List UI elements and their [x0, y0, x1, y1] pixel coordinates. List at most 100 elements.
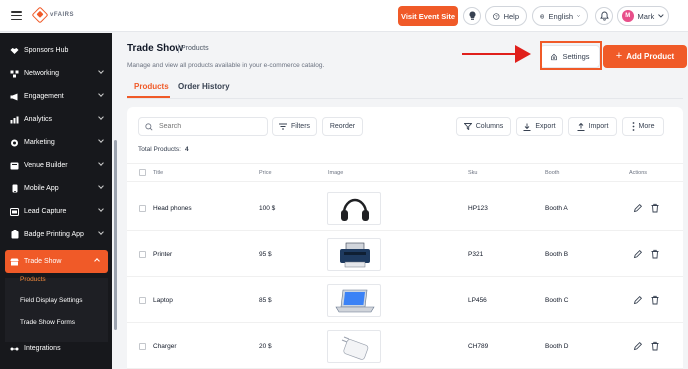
sidebar-item-marketing[interactable]: Marketing [0, 131, 112, 154]
delete-icon[interactable] [650, 249, 660, 259]
annotation-arrow [462, 52, 520, 55]
more-button[interactable]: More [622, 117, 664, 136]
edit-icon[interactable] [633, 341, 643, 351]
add-product-button[interactable]: + Add Product [603, 45, 687, 68]
table-row[interactable]: Laptop 85 $ LP456 Booth C [127, 278, 683, 323]
product-booth: Booth C [545, 297, 569, 304]
tab-products[interactable]: Products [134, 82, 169, 91]
chevron-down-icon [98, 229, 104, 235]
sidebar-item-label: Lead Capture [24, 208, 67, 215]
column-header-title: Title [153, 170, 164, 176]
chevron-down-icon [98, 206, 104, 212]
sidebar-item-label: Venue Builder [24, 162, 68, 169]
sidebar-item-label: Marketing [24, 139, 55, 146]
delete-icon[interactable] [650, 295, 660, 305]
product-title: Printer [153, 251, 173, 258]
export-button[interactable]: Export [516, 117, 563, 136]
sidebar-item-label: Badge Printing App [24, 231, 84, 238]
column-header-actions: Actions [629, 170, 648, 176]
page-description: Manage and view all products available i… [127, 62, 325, 69]
bell-icon[interactable] [595, 7, 613, 25]
trade-show-icon [10, 257, 19, 266]
search-box[interactable] [138, 117, 268, 136]
table-header: Title Price Image Sku Booth Actions [127, 163, 683, 182]
sidebar-item-label: Networking [24, 70, 60, 77]
megaphone-icon [10, 92, 19, 101]
sidebar-item-analytics[interactable]: Analytics [0, 108, 112, 131]
product-price: 95 $ [259, 251, 272, 258]
row-checkbox[interactable] [139, 297, 146, 304]
import-label: Import [588, 123, 609, 130]
breadcrumb: Products [181, 45, 209, 52]
table-row[interactable]: Charger 20 $ CH789 Booth D [127, 324, 683, 369]
chevron-down-icon [98, 160, 104, 166]
delete-icon[interactable] [650, 341, 660, 351]
chevron-down-icon [98, 68, 104, 74]
sidebar-subitem-products[interactable]: Products [20, 276, 46, 283]
filters-label: Filters [290, 123, 311, 130]
sidebar-item-sponsors-hub[interactable]: Sponsors Hub [0, 39, 112, 62]
avatar: M [622, 10, 634, 22]
sidebar-item-label: Engagement [24, 93, 64, 100]
sidebar-item-mobile-app[interactable]: Mobile App [0, 177, 112, 200]
integrations-icon [10, 344, 19, 353]
charger-image [327, 330, 381, 363]
total-count: 4 [185, 146, 189, 153]
product-title: Laptop [153, 297, 173, 304]
sidebar-item-trade-show[interactable]: Trade Show [5, 250, 108, 273]
sidebar-scrollbar[interactable] [114, 140, 117, 330]
logo: vFAIRS [31, 6, 74, 24]
column-header-image: Image [328, 170, 344, 176]
chevron-down-icon [98, 91, 104, 97]
edit-icon[interactable] [633, 295, 643, 305]
logo-mark-icon [31, 6, 49, 24]
lightbulb-icon[interactable] [463, 7, 481, 25]
language-selector[interactable]: English [532, 6, 588, 26]
sidebar-item-badge-printing-app[interactable]: Badge Printing App [0, 223, 112, 246]
edit-icon[interactable] [633, 249, 643, 259]
product-sku: LP456 [468, 297, 487, 304]
menu-icon[interactable] [11, 11, 22, 20]
product-title: Charger [153, 343, 177, 350]
row-checkbox[interactable] [139, 251, 146, 258]
edit-icon[interactable] [633, 203, 643, 213]
printer-image [327, 238, 381, 271]
sidebar-subitem-field-display-settings[interactable]: Field Display Settings [20, 297, 83, 304]
sidebar-item-lead-capture[interactable]: Lead Capture [0, 200, 112, 223]
columns-button[interactable]: Columns [456, 117, 511, 136]
tab-order-history[interactable]: Order History [178, 82, 230, 91]
user-menu[interactable]: M Mark [617, 6, 669, 26]
sidebar-item-integrations[interactable]: Integrations [0, 337, 112, 360]
select-all-checkbox[interactable] [139, 169, 146, 176]
columns-icon [463, 123, 472, 130]
table-row[interactable]: Head phones 100 $ HP123 Booth A [127, 186, 683, 231]
import-button[interactable]: Import [568, 117, 617, 136]
venue-icon [10, 161, 19, 170]
help-button[interactable]: ? Help [485, 6, 527, 26]
product-booth: Booth A [545, 205, 568, 212]
chevron-up-icon [94, 258, 100, 264]
add-product-label: Add Product [626, 52, 675, 61]
columns-label: Columns [475, 123, 504, 130]
sidebar-item-networking[interactable]: Networking [0, 62, 112, 85]
delete-icon[interactable] [650, 203, 660, 213]
row-checkbox[interactable] [139, 343, 146, 350]
row-checkbox[interactable] [139, 205, 146, 212]
language-label: English [548, 11, 574, 21]
mobile-icon [10, 184, 19, 193]
search-input[interactable] [159, 123, 259, 130]
product-booth: Booth D [545, 343, 569, 350]
reorder-button[interactable]: Reorder [322, 117, 363, 136]
visit-event-site-button[interactable]: Visit Event Site [398, 6, 458, 26]
top-bar: vFAIRS Visit Event Site ? Help English M… [0, 0, 688, 32]
main-content: Trade Show Products Manage and view all … [118, 33, 688, 369]
table-row[interactable]: Printer 95 $ P321 Booth B [127, 232, 683, 277]
import-icon [577, 122, 585, 131]
filters-button[interactable]: Filters [272, 117, 317, 136]
sidebar-subitem-trade-show-forms[interactable]: Trade Show Forms [20, 319, 75, 326]
settings-highlight-box [540, 41, 602, 70]
sidebar: Sponsors Hub Networking Engagement Analy… [0, 33, 112, 369]
sidebar-item-venue-builder[interactable]: Venue Builder [0, 154, 112, 177]
sidebar-item-engagement[interactable]: Engagement [0, 85, 112, 108]
page-title: Trade Show [127, 43, 184, 54]
